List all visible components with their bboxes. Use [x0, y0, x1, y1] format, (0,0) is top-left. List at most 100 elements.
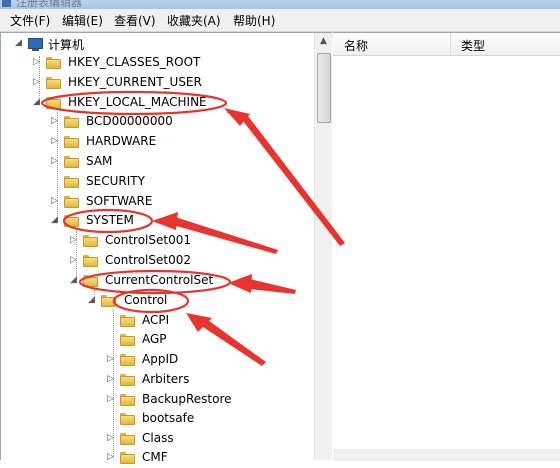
- collapsed-arrow-icon[interactable]: ▷: [69, 234, 78, 246]
- tree-node-label: ControlSet002: [105, 253, 191, 267]
- tree-node-software[interactable]: ▷ SOFTWARE: [50, 192, 190, 212]
- tree-node-label: SAM: [86, 154, 113, 168]
- collapsed-arrow-icon[interactable]: ▷: [106, 432, 115, 444]
- folder-icon: [83, 275, 98, 287]
- folder-icon: [64, 215, 79, 227]
- computer-icon: [28, 38, 43, 51]
- tree-node-appid[interactable]: ▷ AppID: [106, 350, 226, 370]
- folder-icon: [83, 255, 98, 267]
- folder-icon: [120, 452, 135, 464]
- scrollbar-thumb[interactable]: [317, 53, 331, 123]
- folder-icon: [101, 295, 116, 307]
- tree-node-controlset001[interactable]: ▷ ControlSet001: [69, 231, 219, 251]
- scroll-up-arrow-icon[interactable]: ▲: [315, 33, 332, 50]
- folder-icon: [64, 136, 79, 148]
- tree-node-label: HKEY_CLASSES_ROOT: [68, 55, 201, 69]
- expanded-arrow-icon[interactable]: ◢: [50, 214, 59, 226]
- column-divider[interactable]: [450, 33, 451, 55]
- folder-icon: [64, 116, 79, 128]
- tree-node-hkey-local-machine[interactable]: ◢ HKEY_LOCAL_MACHINE: [32, 93, 212, 113]
- collapsed-arrow-icon[interactable]: ▷: [50, 135, 59, 147]
- menu-bar: 文件(F) 编辑(E) 查看(V) 收藏夹(A) 帮助(H): [0, 9, 560, 32]
- tree-node-label: 计算机: [48, 38, 85, 52]
- expanded-arrow-icon[interactable]: ◢: [69, 274, 78, 286]
- tree-node-control[interactable]: ◢ Control: [87, 291, 197, 311]
- tree-node-label: SOFTWARE: [86, 194, 153, 208]
- tree-node-agp[interactable]: AGP: [106, 330, 226, 350]
- tree-node-hkey-classes-root[interactable]: ▷ HKEY_CLASSES_ROOT: [32, 53, 212, 73]
- tree-node-sam[interactable]: ▷ SAM: [50, 152, 190, 172]
- tree-node-label: BCD00000000: [86, 114, 173, 128]
- tree-node-currentcontrolset[interactable]: ◢ CurrentControlSet: [69, 271, 239, 291]
- registry-app-icon: [2, 0, 11, 7]
- collapsed-arrow-icon[interactable]: ▷: [50, 115, 59, 127]
- tree-node-label: BackupRestore: [142, 392, 232, 406]
- menu-favorites[interactable]: 收藏夹(A): [167, 12, 221, 29]
- tree-node-bcd[interactable]: ▷ BCD00000000: [50, 112, 190, 132]
- tree-vertical-scrollbar[interactable]: ▲: [314, 33, 332, 460]
- values-pane[interactable]: 名称 类型: [333, 32, 560, 461]
- folder-icon: [120, 354, 135, 366]
- tree-node-label: ControlSet001: [105, 233, 191, 247]
- tree-node-label: HKEY_LOCAL_MACHINE: [68, 95, 207, 109]
- tree-node-label: HKEY_CURRENT_USER: [68, 75, 202, 89]
- title-bar: 注册表编辑器: [0, 0, 560, 9]
- folder-icon: [120, 394, 135, 406]
- collapsed-arrow-icon[interactable]: ▷: [50, 155, 59, 167]
- values-horizontal-scrollbar[interactable]: [333, 449, 560, 461]
- tree-node-label: bootsafe: [142, 411, 195, 425]
- tree-node-label: Arbiters: [142, 372, 190, 386]
- collapsed-arrow-icon[interactable]: ▷: [32, 76, 41, 88]
- folder-icon: [46, 57, 61, 69]
- column-type-header[interactable]: 类型: [461, 37, 485, 54]
- tree-node-label: ACPI: [142, 313, 170, 327]
- tree-node-label: HARDWARE: [86, 134, 157, 148]
- window-title: 注册表编辑器: [16, 0, 82, 9]
- tree-node-security[interactable]: SECURITY: [50, 172, 190, 192]
- expanded-arrow-icon[interactable]: ◢: [32, 96, 41, 108]
- folder-icon: [64, 196, 79, 208]
- menu-view[interactable]: 查看(V): [114, 12, 156, 29]
- expanded-arrow-icon[interactable]: ◢: [14, 37, 23, 49]
- folder-icon: [46, 77, 61, 89]
- collapsed-arrow-icon[interactable]: ▷: [69, 254, 78, 266]
- collapsed-arrow-icon[interactable]: ▷: [106, 353, 115, 365]
- tree-node-controlset002[interactable]: ▷ ControlSet002: [69, 251, 219, 271]
- tree-node-label: CMF: [142, 450, 168, 464]
- collapsed-arrow-icon[interactable]: ▷: [50, 195, 59, 207]
- menu-file[interactable]: 文件(F): [10, 12, 50, 29]
- tree-node-label: CurrentControlSet: [105, 273, 214, 287]
- tree-node-arbiters[interactable]: ▷ Arbiters: [106, 370, 226, 390]
- tree-node-backuprestore[interactable]: ▷ BackupRestore: [106, 390, 256, 410]
- collapsed-arrow-icon[interactable]: ▷: [106, 451, 115, 463]
- menu-edit[interactable]: 编辑(E): [62, 12, 103, 29]
- tree-node-cmf[interactable]: ▷ CMF: [106, 448, 226, 468]
- folder-icon: [120, 374, 135, 386]
- folder-icon: [120, 315, 135, 327]
- tree-node-label: AppID: [142, 352, 179, 366]
- tree-node-label: Control: [124, 293, 168, 307]
- tree-node-hardware[interactable]: ▷ HARDWARE: [50, 132, 190, 152]
- tree-node-system[interactable]: ◢ SYSTEM: [50, 211, 190, 231]
- tree-node-label: AGP: [142, 332, 167, 346]
- expanded-arrow-icon[interactable]: ◢: [87, 294, 96, 306]
- folder-icon: [120, 433, 135, 445]
- tree-node-label: SECURITY: [86, 174, 145, 188]
- folder-icon: [64, 156, 79, 168]
- folder-icon: [83, 235, 98, 247]
- folder-icon: [46, 97, 61, 109]
- collapsed-arrow-icon[interactable]: ▷: [106, 373, 115, 385]
- tree-node-class[interactable]: ▷ Class: [106, 429, 226, 449]
- tree-node-computer[interactable]: ◢ 计算机: [14, 34, 134, 54]
- collapsed-arrow-icon[interactable]: ▷: [106, 393, 115, 405]
- tree-node-acpi[interactable]: ACPI: [106, 311, 226, 331]
- menu-help[interactable]: 帮助(H): [233, 12, 275, 29]
- tree-node-label: Class: [142, 431, 174, 445]
- folder-icon: [64, 176, 79, 188]
- folder-icon: [120, 413, 135, 425]
- collapsed-arrow-icon[interactable]: ▷: [32, 56, 41, 68]
- column-name-header[interactable]: 名称: [344, 37, 368, 54]
- folder-icon: [120, 334, 135, 346]
- tree-node-bootsafe[interactable]: bootsafe: [106, 409, 226, 429]
- tree-node-hkey-current-user[interactable]: ▷ HKEY_CURRENT_USER: [32, 73, 212, 93]
